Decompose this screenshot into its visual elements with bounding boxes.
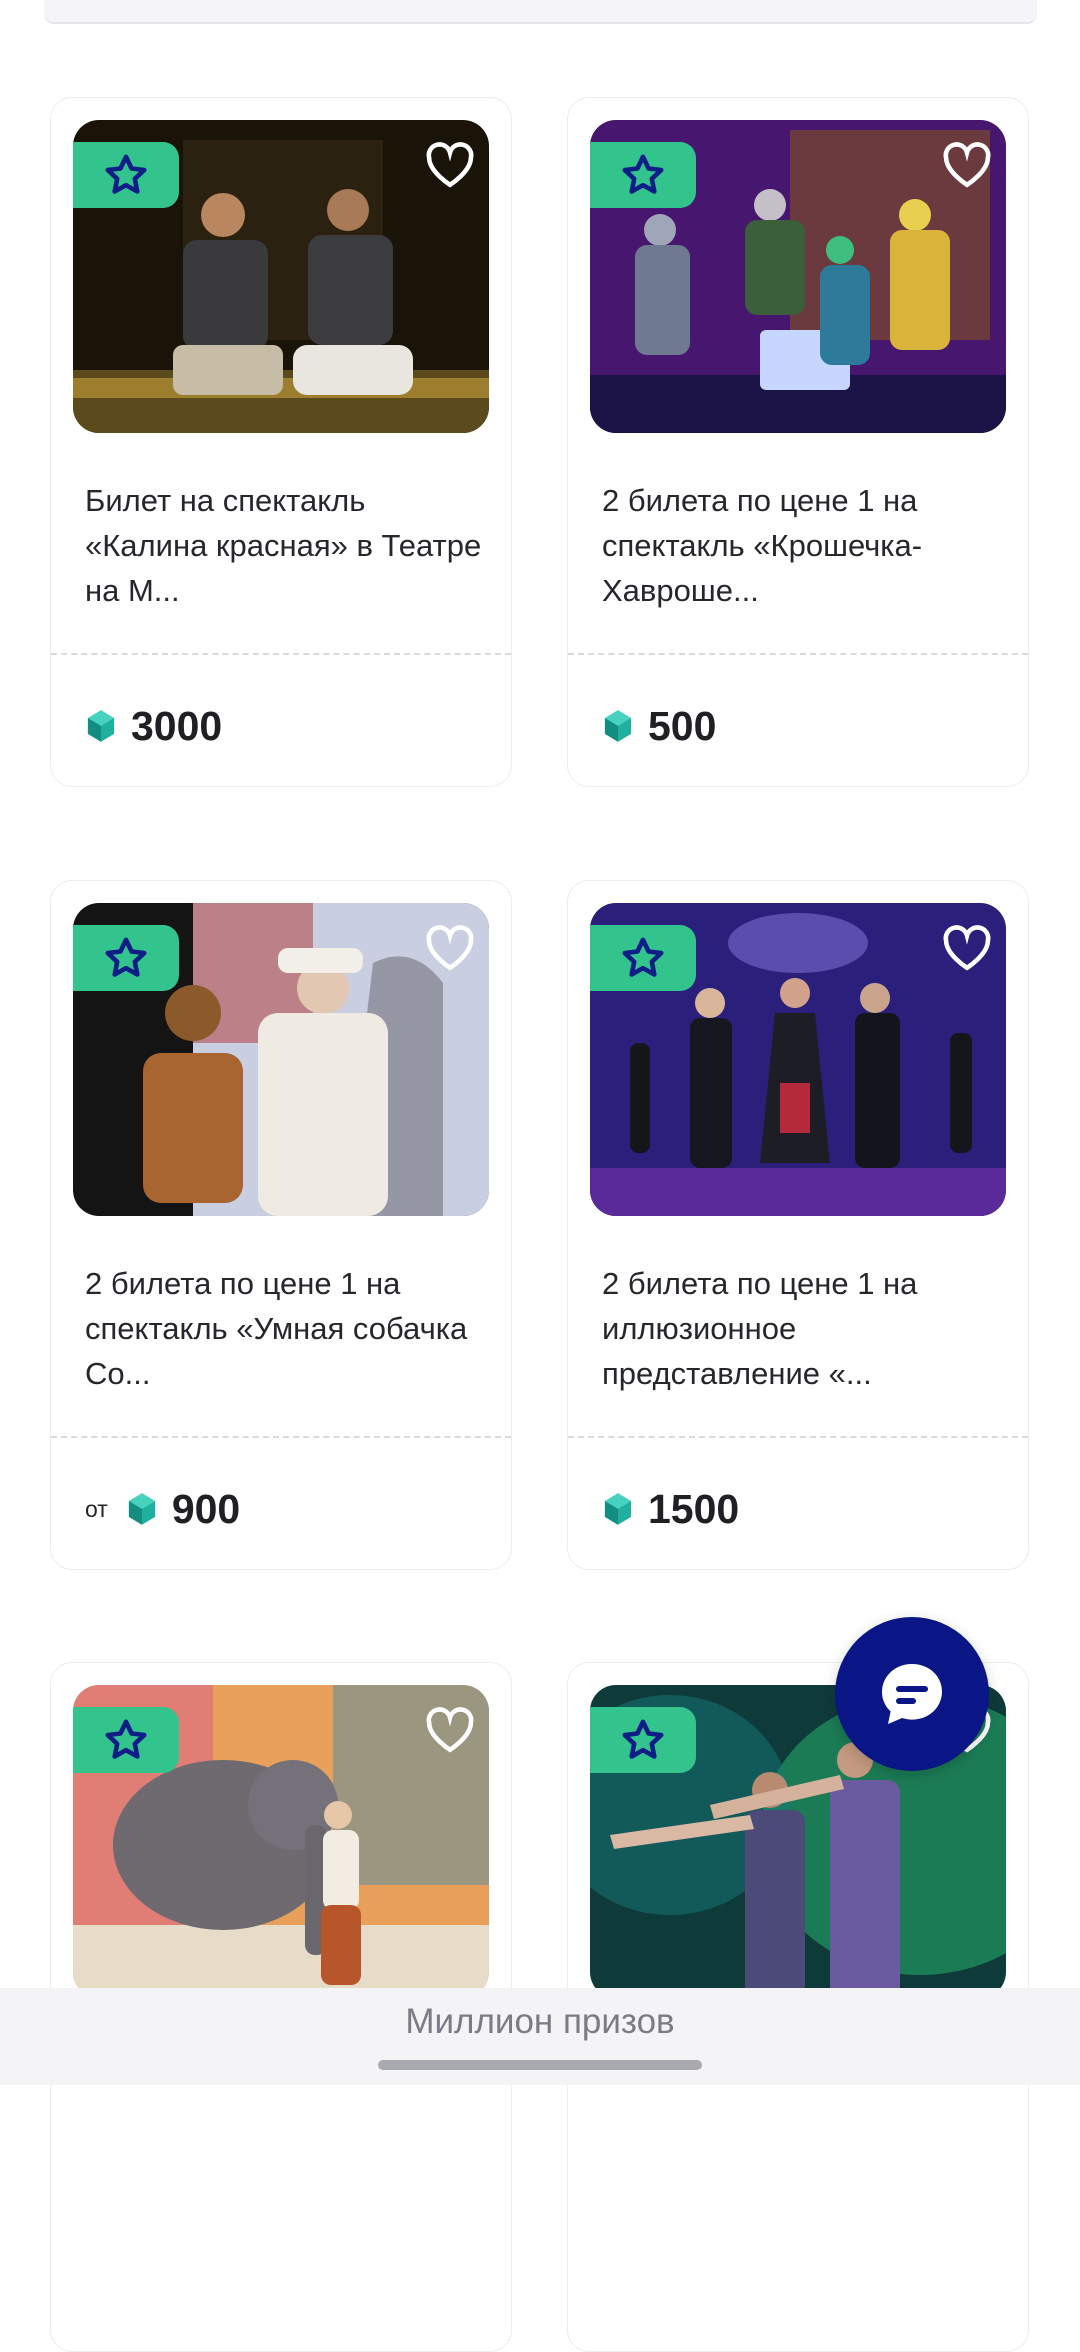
price: 3000 bbox=[85, 698, 222, 754]
heart-icon bbox=[943, 925, 991, 971]
star-icon bbox=[622, 1719, 664, 1759]
product-card[interactable]: 2 билета по цене 1 на спектакль «Умная с… bbox=[50, 880, 512, 1570]
product-image bbox=[590, 903, 1006, 1216]
chat-button[interactable] bbox=[835, 1617, 989, 1771]
price: 500 bbox=[602, 698, 716, 754]
star-icon bbox=[105, 154, 147, 194]
product-title: 2 билета по цене 1 на иллюзионное предст… bbox=[602, 1266, 918, 1391]
product-image bbox=[590, 120, 1006, 433]
price: от 900 bbox=[85, 1481, 240, 1537]
price: 1500 bbox=[602, 1481, 739, 1537]
favorite-button[interactable] bbox=[423, 138, 477, 192]
price-amount: 500 bbox=[648, 702, 717, 749]
gem-icon bbox=[604, 1493, 632, 1525]
favorite-button[interactable] bbox=[423, 921, 477, 975]
home-indicator bbox=[378, 2060, 702, 2070]
star-icon bbox=[105, 1719, 147, 1759]
product-card[interactable]: 2 билета по цене 1 на спектакль «Крошечк… bbox=[567, 97, 1029, 787]
star-icon bbox=[105, 937, 147, 977]
promo-badge bbox=[590, 1707, 696, 1773]
bottom-bar-label[interactable]: Миллион призов bbox=[0, 2002, 1080, 2042]
gem-icon bbox=[87, 710, 115, 742]
divider bbox=[51, 653, 511, 655]
product-image bbox=[73, 903, 489, 1216]
bottom-bar: Миллион призов bbox=[0, 1988, 1080, 2085]
price-prefix: от bbox=[85, 1495, 108, 1522]
favorite-button[interactable] bbox=[423, 1703, 477, 1757]
promo-badge bbox=[590, 925, 696, 991]
price-amount: 1500 bbox=[648, 1485, 740, 1532]
product-title: 2 билета по цене 1 на спектакль «Крошечк… bbox=[602, 483, 923, 608]
star-icon bbox=[622, 937, 664, 977]
product-title: 2 билета по цене 1 на спектакль «Умная с… bbox=[85, 1266, 468, 1391]
star-icon bbox=[622, 154, 664, 194]
product-title: Билет на спектакль «Калина красная» в Те… bbox=[85, 483, 482, 608]
product-card[interactable]: 2 билета по цене 1 на иллюзионное предст… bbox=[567, 880, 1029, 1570]
heart-icon bbox=[426, 925, 474, 971]
divider bbox=[568, 1436, 1028, 1438]
divider bbox=[568, 653, 1028, 655]
price-amount: 3000 bbox=[131, 702, 223, 749]
heart-icon bbox=[426, 142, 474, 188]
product-image bbox=[73, 1685, 489, 1998]
promo-badge bbox=[73, 1707, 179, 1773]
promo-badge bbox=[73, 142, 179, 208]
favorite-button[interactable] bbox=[940, 138, 994, 192]
previous-section-edge bbox=[44, 0, 1037, 24]
heart-icon bbox=[426, 1707, 474, 1753]
product-image bbox=[73, 120, 489, 433]
favorite-button[interactable] bbox=[940, 921, 994, 975]
promo-badge bbox=[73, 925, 179, 991]
gem-icon bbox=[604, 710, 632, 742]
heart-icon bbox=[943, 142, 991, 188]
gem-icon bbox=[128, 1493, 155, 1525]
price-amount: 900 bbox=[171, 1485, 241, 1532]
chat-icon bbox=[882, 1664, 942, 1724]
divider bbox=[51, 1436, 511, 1438]
product-card[interactable]: Билет на спектакль «Калина красная» в Те… bbox=[50, 97, 512, 787]
promo-badge bbox=[590, 142, 696, 208]
